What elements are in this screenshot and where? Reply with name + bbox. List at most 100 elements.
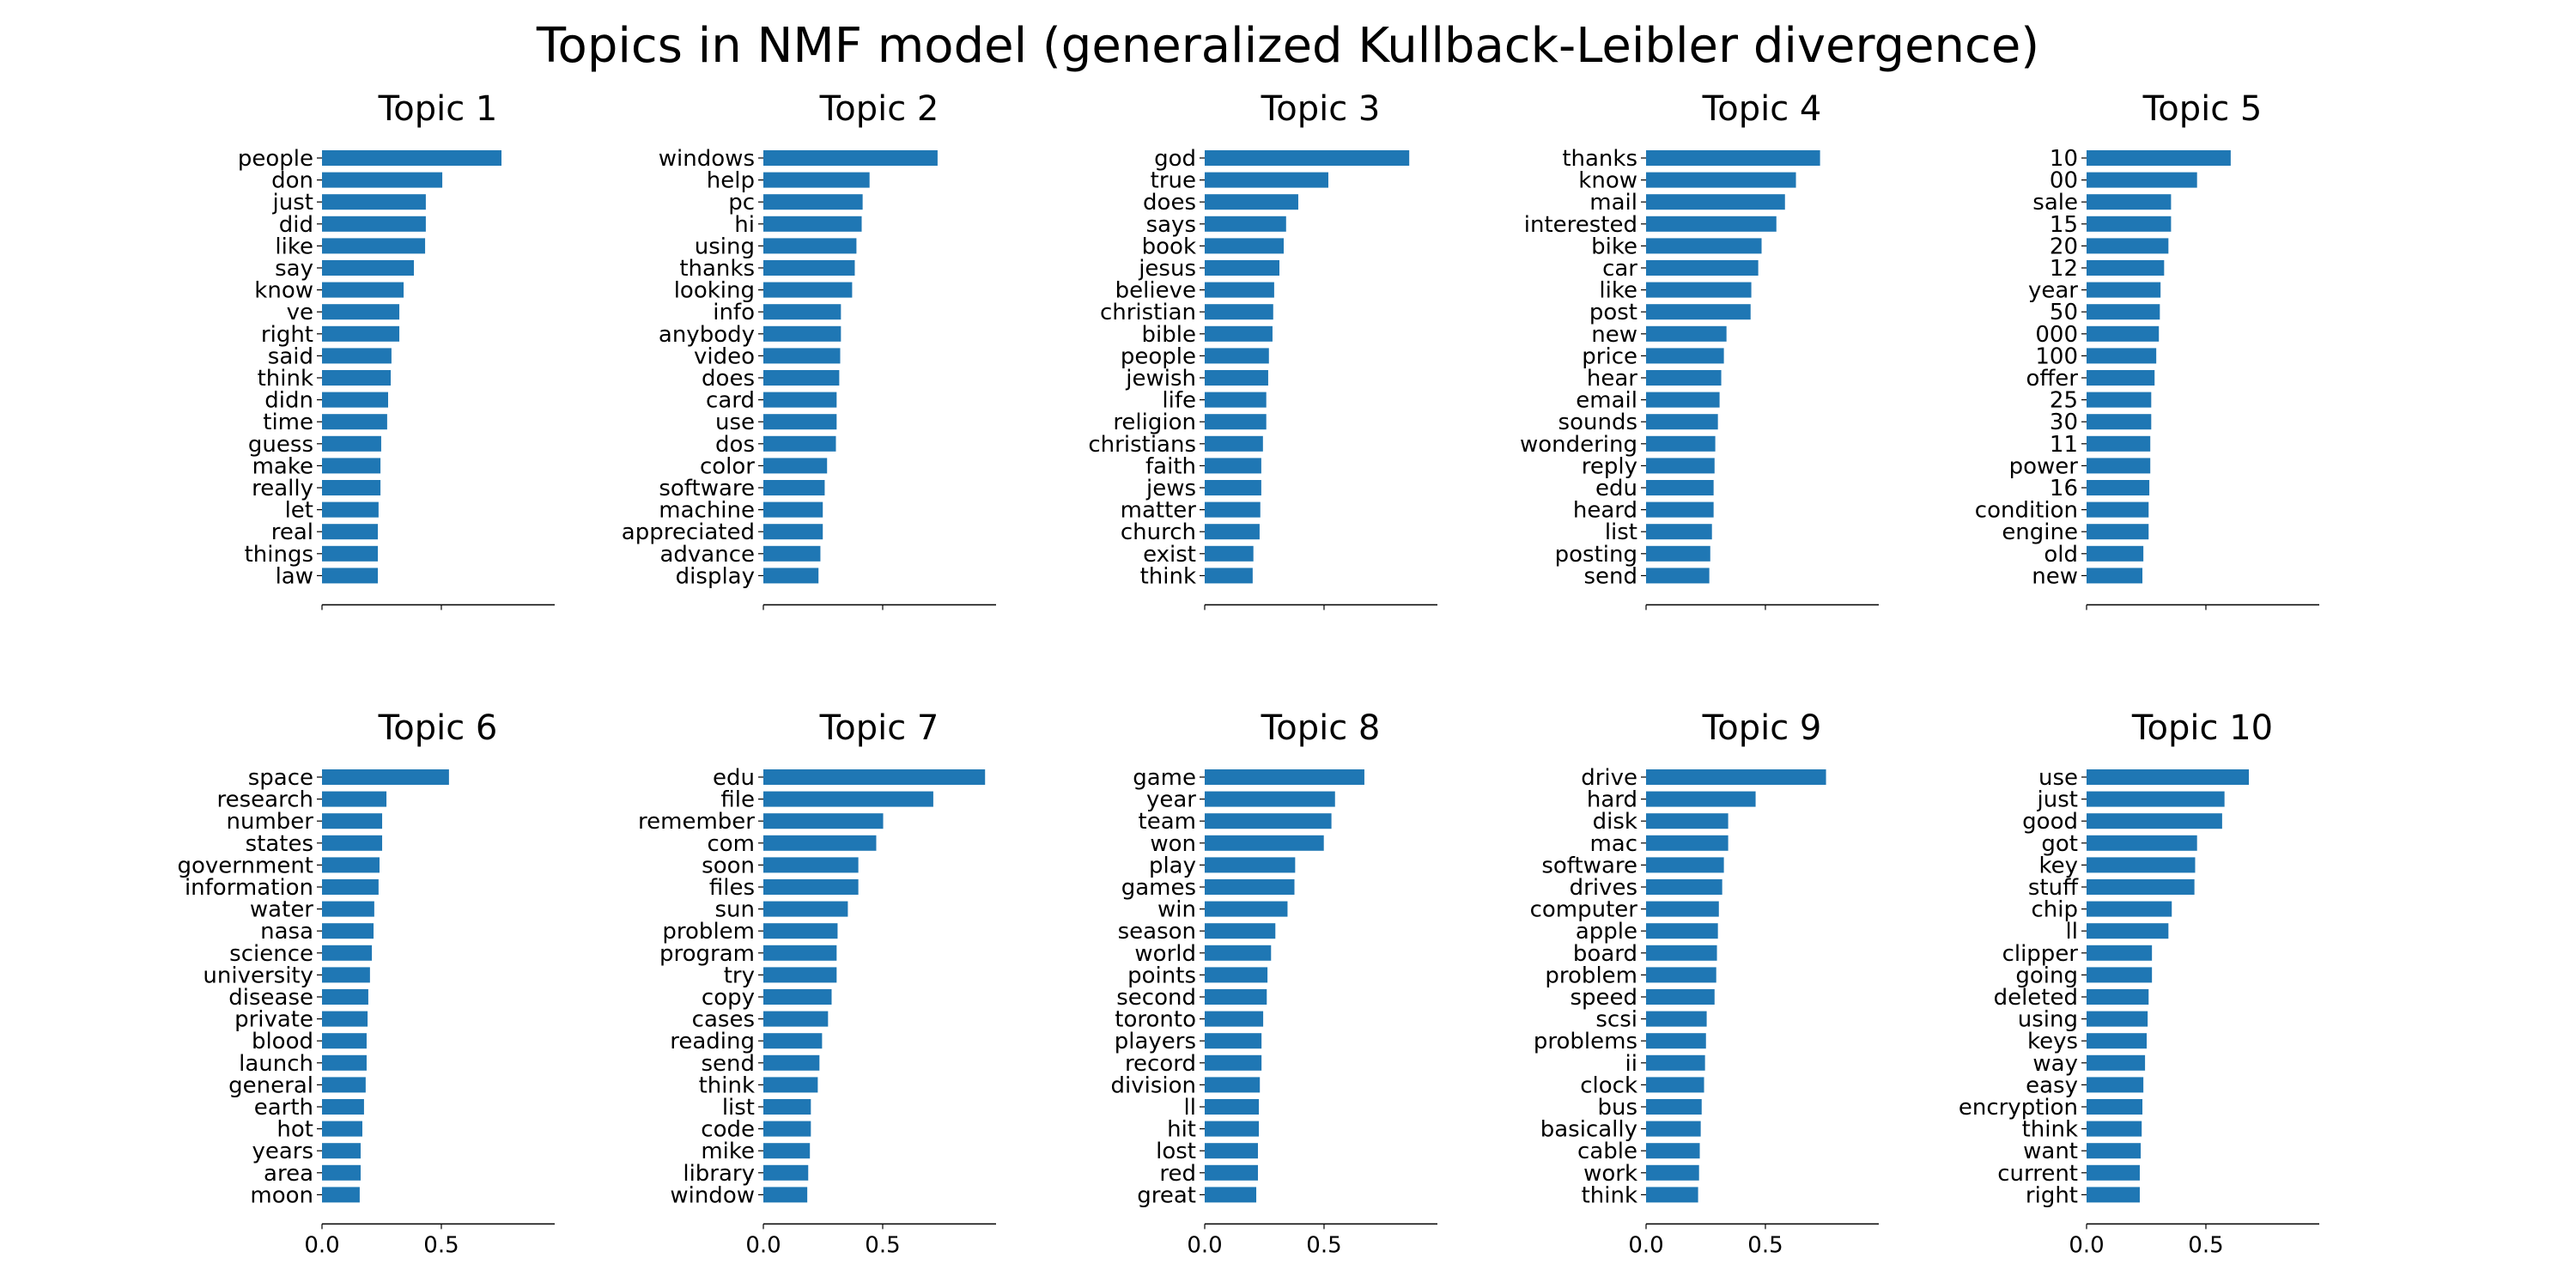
bar xyxy=(322,304,400,320)
bar xyxy=(1646,414,1718,430)
bar xyxy=(1205,216,1286,232)
bar xyxy=(2087,501,2149,518)
bar xyxy=(2087,1033,2148,1049)
bar xyxy=(1205,1143,1258,1159)
bar xyxy=(2087,1143,2142,1159)
bar xyxy=(1205,458,1261,474)
bar xyxy=(1646,813,1728,829)
bar xyxy=(763,216,862,232)
bar xyxy=(322,260,415,276)
bar xyxy=(763,501,823,518)
y-tick-label: display xyxy=(676,563,755,589)
bar xyxy=(322,813,383,829)
bar xyxy=(1646,791,1756,807)
subplot-topic-3: Topic 3godtruedoessaysbookjesusbelievech… xyxy=(1088,89,1437,611)
bar xyxy=(1205,1164,1258,1181)
bar xyxy=(2087,238,2169,254)
bar xyxy=(322,945,373,961)
bar xyxy=(322,150,502,166)
figure: Topics in NMF model (generalized Kullbac… xyxy=(177,18,2319,1258)
bar xyxy=(763,945,837,961)
bar xyxy=(2087,1011,2148,1027)
subplot-title: Topic 3 xyxy=(1261,89,1381,129)
subplot-title: Topic 2 xyxy=(819,89,939,129)
x-tick-label: 0.5 xyxy=(1306,1232,1341,1258)
x-tick-label: 0.0 xyxy=(745,1232,781,1258)
bar xyxy=(1205,392,1267,408)
bar xyxy=(763,813,884,829)
bar xyxy=(322,835,383,851)
bar xyxy=(763,392,837,408)
bar xyxy=(763,1121,811,1137)
bar xyxy=(763,150,938,166)
bar xyxy=(1646,1099,1702,1115)
bar xyxy=(322,1054,367,1071)
bar xyxy=(1205,260,1279,276)
bar xyxy=(763,238,857,254)
bar xyxy=(763,1187,808,1203)
bar xyxy=(1646,216,1777,232)
bar xyxy=(322,325,400,342)
bar xyxy=(322,172,443,188)
y-tick-label: law xyxy=(276,563,313,589)
bar xyxy=(763,769,986,785)
bar xyxy=(322,568,379,584)
bar xyxy=(1646,1121,1701,1137)
bar xyxy=(2087,1121,2142,1137)
bar xyxy=(2087,835,2197,851)
bar xyxy=(1646,1054,1705,1071)
bar xyxy=(322,501,379,518)
bar xyxy=(763,458,828,474)
bar xyxy=(2087,901,2172,917)
subplot-title: Topic 1 xyxy=(378,89,498,129)
bar xyxy=(2087,967,2153,983)
subplot-title: Topic 9 xyxy=(1702,708,1822,748)
bar xyxy=(2087,989,2149,1005)
bar xyxy=(763,435,836,452)
bar xyxy=(763,1054,820,1071)
bar xyxy=(1646,901,1719,917)
bar xyxy=(1205,989,1267,1005)
bar xyxy=(1646,304,1751,320)
x-tick-label: 0.5 xyxy=(865,1232,900,1258)
bar xyxy=(322,435,381,452)
bar xyxy=(2087,414,2152,430)
bar xyxy=(322,967,370,983)
bar xyxy=(1646,392,1720,408)
bar xyxy=(763,348,841,364)
bar xyxy=(1646,879,1722,895)
bar xyxy=(322,1164,361,1181)
bar xyxy=(2087,1187,2140,1203)
bar xyxy=(1205,325,1273,342)
bar xyxy=(763,414,837,430)
bar xyxy=(1205,524,1260,540)
bar xyxy=(2087,791,2225,807)
bar xyxy=(2087,172,2197,188)
bar xyxy=(322,194,426,210)
bar xyxy=(763,901,848,917)
bar xyxy=(1205,967,1268,983)
subplot-grid: Topic 1peopledonjustdidlikesayknowverigh… xyxy=(177,89,2319,1258)
bar xyxy=(763,1164,809,1181)
bar xyxy=(1646,1143,1700,1159)
bar xyxy=(1205,901,1288,917)
bar xyxy=(322,791,387,807)
bar xyxy=(1646,923,1718,939)
bar xyxy=(1646,480,1714,495)
bar xyxy=(1205,813,1332,829)
bar xyxy=(2087,260,2165,276)
bar xyxy=(2087,1054,2146,1071)
bar xyxy=(322,282,404,298)
bar xyxy=(2087,813,2222,829)
x-tick-label: 0.0 xyxy=(304,1232,339,1258)
bar xyxy=(1205,545,1254,562)
bar xyxy=(322,480,381,495)
x-tick-label: 0.5 xyxy=(1747,1232,1783,1258)
bar xyxy=(1205,172,1328,188)
bar xyxy=(1646,857,1724,873)
bar xyxy=(2087,524,2149,540)
bar xyxy=(2087,194,2172,210)
bar xyxy=(763,1099,811,1115)
bar xyxy=(1646,568,1710,584)
subplot-topic-7: Topic 7edufileremembercomsoonfilessunpro… xyxy=(638,708,996,1258)
